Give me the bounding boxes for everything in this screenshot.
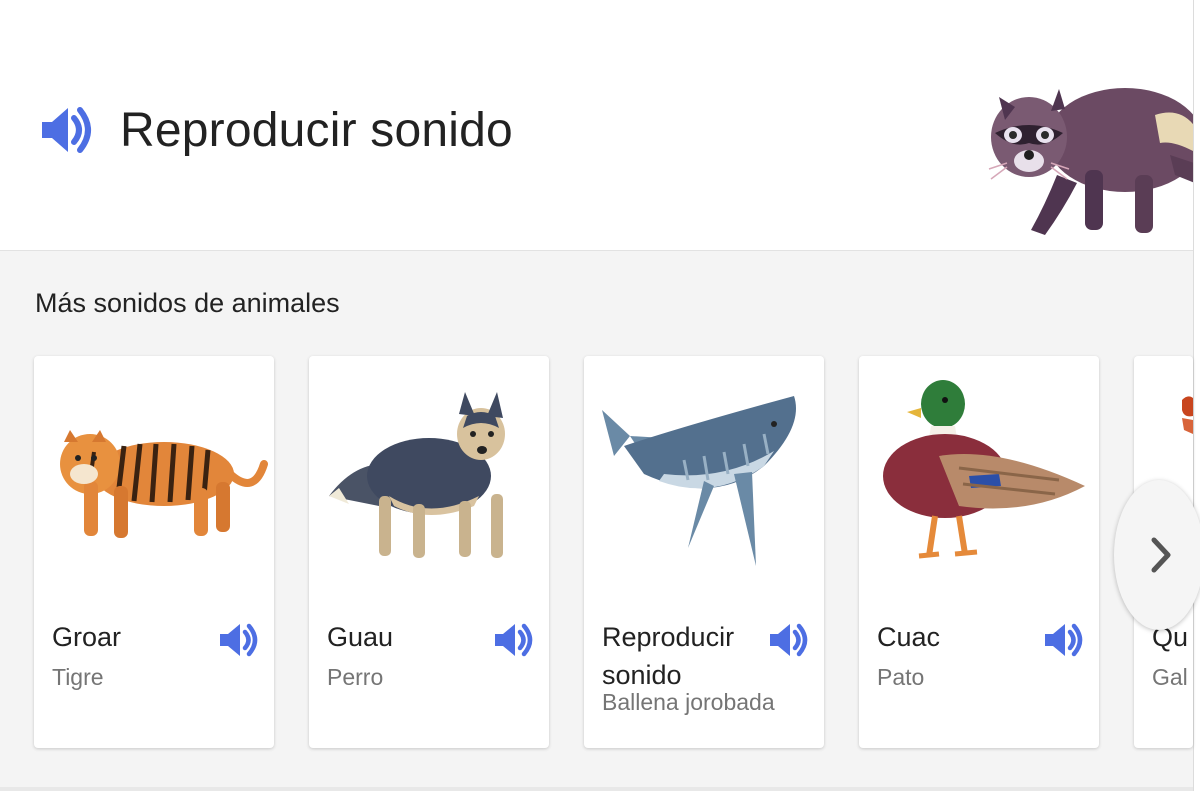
animal-card-whale[interactable]: Reproducir sonido Ballena jorobada	[584, 356, 824, 748]
animal-card-dog[interactable]: Guau Perro	[309, 356, 549, 748]
sound-label: Groar	[52, 622, 122, 652]
animal-name: Tigre	[52, 664, 104, 690]
sound-label: Cuac	[877, 622, 941, 652]
animal-name: Ballena jorobada	[602, 689, 775, 715]
right-edge-divider	[1193, 0, 1200, 791]
speaker-icon[interactable]	[768, 620, 810, 660]
next-carousel-button[interactable]	[1114, 480, 1200, 630]
chevron-right-icon	[1151, 537, 1171, 573]
animal-card-tiger[interactable]: Groar Tigre	[34, 356, 274, 748]
duck-illustration	[883, 380, 1085, 559]
raccoon-illustration	[988, 88, 1193, 235]
section-title: Más sonidos de animales	[35, 288, 340, 318]
whale-illustration	[602, 396, 796, 566]
speaker-icon[interactable]	[218, 620, 260, 660]
play-sound-label: Reproducir sonido	[120, 103, 513, 157]
sound-label: Reproducir sonido	[602, 622, 735, 690]
speaker-icon	[42, 107, 91, 153]
bottom-border	[0, 787, 1193, 791]
animal-name: Gal	[1152, 664, 1188, 690]
animal-card-duck[interactable]: Cuac Pato	[859, 356, 1099, 748]
more-animal-sounds-section: Más sonidos de animales Groar Tigre Guau…	[0, 251, 1200, 791]
animal-name: Pato	[877, 664, 925, 690]
tiger-illustration	[60, 430, 268, 538]
featured-sound-panel: Reproducir sonido	[0, 0, 1193, 251]
speaker-icon[interactable]	[1043, 620, 1085, 660]
play-sound-button[interactable]: Reproducir sonido	[38, 102, 513, 158]
dog-illustration	[329, 392, 505, 558]
animal-name: Perro	[327, 664, 384, 690]
sound-label: Guau	[327, 622, 394, 652]
speaker-icon[interactable]	[493, 620, 535, 660]
